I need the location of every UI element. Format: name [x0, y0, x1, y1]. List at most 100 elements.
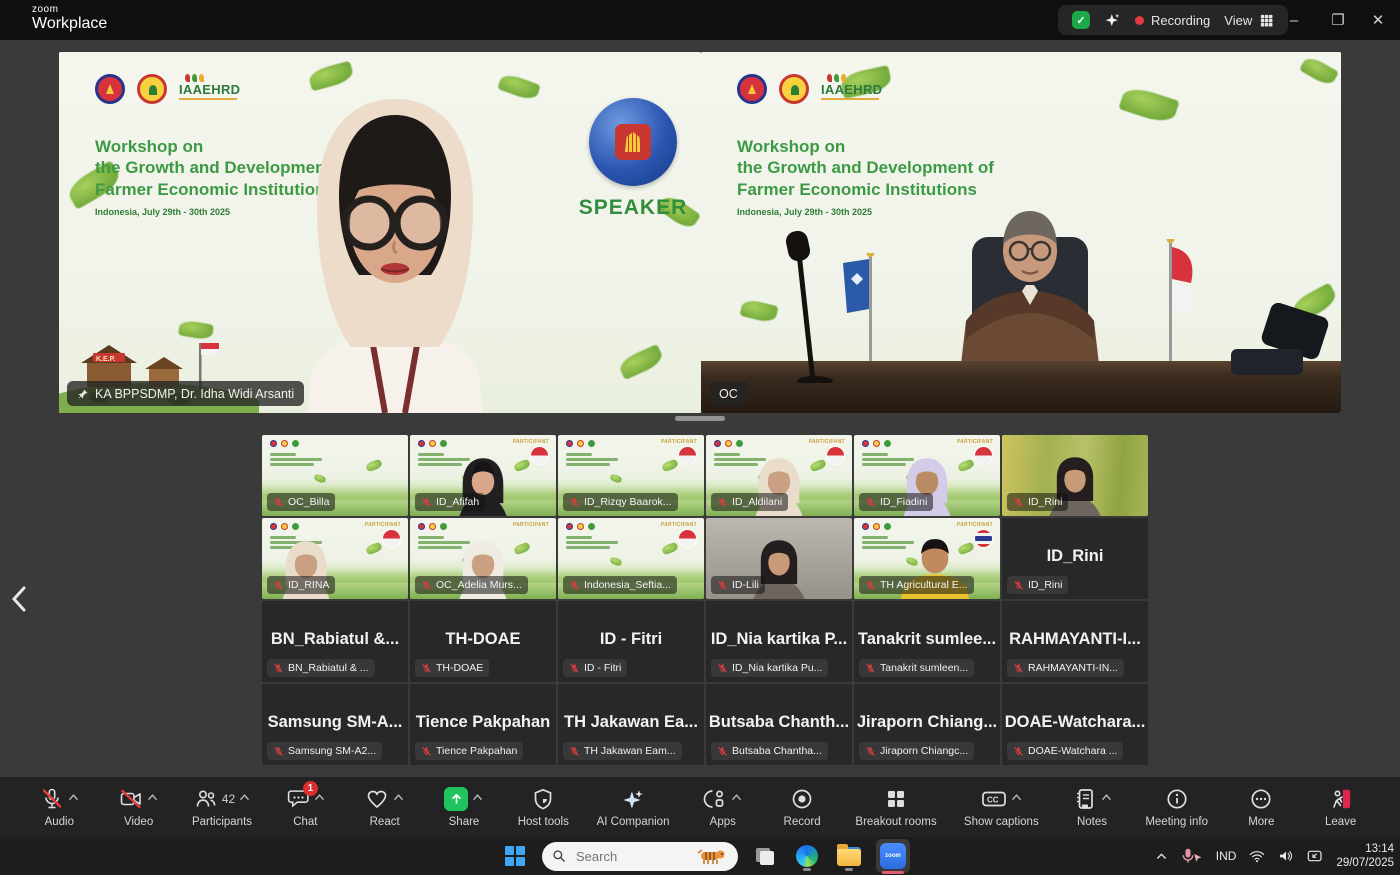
chevron-up-icon[interactable]	[393, 793, 404, 801]
wifi-icon[interactable]	[1249, 850, 1265, 863]
toolbar-button-video[interactable]: Video	[113, 787, 165, 828]
start-button[interactable]	[500, 841, 530, 871]
participant-tile[interactable]: ID_Nia kartika P... ID_Nia kartika Pu...	[706, 601, 852, 682]
muted-mic-icon	[569, 497, 580, 508]
toolbar-button-show-captions[interactable]: CC Show captions	[964, 787, 1039, 828]
chevron-up-icon[interactable]	[472, 793, 483, 801]
participant-tile[interactable]: DOAE-Watchara... DOAE-Watchara ...	[1002, 684, 1148, 765]
chevron-up-icon[interactable]	[731, 793, 742, 801]
mic-in-use-icon[interactable]	[1181, 848, 1203, 864]
participant-name-text: ID-Lili	[732, 579, 759, 591]
toolbar-button-leave[interactable]: Leave	[1315, 787, 1367, 828]
toolbar-button-meeting-info[interactable]: Meeting info	[1145, 787, 1208, 828]
toolbar-button-chat[interactable]: 1Chat	[279, 787, 331, 828]
participant-tile[interactable]: TH Jakawan Ea... TH Jakawan Eam...	[558, 684, 704, 765]
participant-name-label: TH Jakawan Eam...	[563, 742, 682, 760]
participant-tile[interactable]: PARTICIPANT TH Agricultural E...	[854, 518, 1000, 599]
participant-display-name: TH-DOAE	[410, 630, 556, 649]
participant-tile[interactable]: PARTICIPANT OC_Adelia Murs...	[410, 518, 556, 599]
participant-corner-text: PARTICIPANT	[513, 439, 549, 445]
participant-tile[interactable]: Tience Pakpahan Tience Pakpahan	[410, 684, 556, 765]
meeting-toolbar: Audio Video 42Participants 1Chat React Sha…	[0, 777, 1400, 837]
participant-tile[interactable]: PARTICIPANT ID_Rizqy Baarok...	[558, 435, 704, 516]
participant-name-text: ID_Nia kartika Pu...	[732, 662, 822, 674]
chevron-up-icon[interactable]	[1011, 793, 1022, 801]
toolbar-button-share[interactable]: Share	[438, 787, 490, 828]
participant-tile[interactable]: RAHMAYANTI-I... RAHMAYANTI-IN...	[1002, 601, 1148, 682]
cam-off-icon	[119, 787, 143, 811]
indonesia-flag-icon	[679, 447, 696, 464]
hidden-icons-chevron[interactable]	[1155, 850, 1168, 863]
toolbar-button-apps[interactable]: Apps	[697, 787, 749, 828]
main-video-speaker[interactable]: IAAEHRD Workshop onthe Growth and Develo…	[59, 52, 701, 413]
toolbar-button-react[interactable]: React	[359, 787, 411, 828]
participant-tile[interactable]: TH-DOAE TH-DOAE	[410, 601, 556, 682]
edge-browser-button[interactable]	[792, 841, 822, 871]
toolbar-button-participants[interactable]: 42Participants	[192, 787, 252, 828]
taskbar-clock[interactable]: 13:14 29/07/2025	[1336, 842, 1394, 871]
participant-tile[interactable]: PARTICIPANT ID_Afifah	[410, 435, 556, 516]
close-button[interactable]: ✕	[1356, 0, 1400, 40]
gallery-previous-button[interactable]	[4, 582, 34, 616]
participant-tile[interactable]: PARTICIPANT ID_Fiadini	[854, 435, 1000, 516]
toolbar-button-label: Show captions	[964, 816, 1039, 828]
workplace-logo-text: Workplace	[32, 16, 107, 32]
security-shield-icon[interactable]: ✓	[1072, 11, 1090, 29]
zoom-app-button[interactable]: zoom	[876, 839, 910, 873]
participant-display-name: ID_Nia kartika P...	[706, 630, 852, 649]
maximize-button[interactable]: ❐	[1316, 0, 1360, 40]
toolbar-button-breakout-rooms[interactable]: Breakout rooms	[855, 787, 936, 828]
participant-tile[interactable]: Jiraporn Chiang... Jiraporn Chiangc...	[854, 684, 1000, 765]
participant-name-text: ID_Fiadini	[880, 496, 927, 508]
volume-icon[interactable]	[1278, 849, 1294, 863]
participant-tile[interactable]: Samsung SM-A... Samsung SM-A2...	[262, 684, 408, 765]
indonesia-flag-icon	[531, 447, 548, 464]
participant-tile[interactable]: Tanakrit sumlee... Tanakrit sumleen...	[854, 601, 1000, 682]
participant-display-name: ID_Rini	[1002, 547, 1148, 566]
chevron-up-icon[interactable]	[147, 793, 158, 801]
speaker-badge: SPEAKER	[578, 98, 688, 220]
participant-tile[interactable]: OC_Billa	[262, 435, 408, 516]
toolbar-button-audio[interactable]: Audio	[33, 787, 85, 828]
toolbar-button-notes[interactable]: Notes	[1066, 787, 1118, 828]
zoom-logo-text: zoom	[32, 5, 107, 15]
participant-tile[interactable]: PARTICIPANT ID_RINA	[262, 518, 408, 599]
participant-tile[interactable]: BN_Rabiatul &... BN_Rabiatul & ...	[262, 601, 408, 682]
chevron-up-icon[interactable]	[1101, 793, 1112, 801]
view-button[interactable]: View	[1224, 13, 1274, 28]
taskbar-search[interactable]	[542, 842, 738, 871]
participant-tile[interactable]: ID_Rini	[1002, 435, 1148, 516]
participant-corner-text: PARTICIPANT	[809, 439, 845, 445]
participant-tile[interactable]: ID-Lili	[706, 518, 852, 599]
toolbar-button-host-tools[interactable]: Host tools	[517, 787, 569, 828]
participant-tile[interactable]: PARTICIPANT Indonesia_Seftia...	[558, 518, 704, 599]
minimize-button[interactable]: –	[1272, 0, 1316, 40]
participant-tile[interactable]: ID - Fitri ID - Fitri	[558, 601, 704, 682]
participant-tile[interactable]: PARTICIPANT ID_Aldilani	[706, 435, 852, 516]
toolbar-button-label: Meeting info	[1145, 816, 1208, 828]
participant-name-text: Jiraporn Chiangc...	[880, 745, 968, 757]
recording-indicator[interactable]: Recording	[1135, 13, 1210, 28]
toolbar-button-ai-companion[interactable]: AI Companion	[597, 787, 670, 828]
chevron-up-icon[interactable]	[239, 793, 250, 801]
ai-sparkle-icon[interactable]	[1104, 12, 1121, 29]
chevron-up-icon[interactable]	[68, 793, 79, 801]
task-view-button[interactable]	[750, 841, 780, 871]
participant-tile[interactable]: ID_Rini ID_Rini	[1002, 518, 1148, 599]
battery-status-icon[interactable]	[1307, 849, 1323, 863]
toolbar-button-more[interactable]: More	[1235, 787, 1287, 828]
file-explorer-button[interactable]	[834, 841, 864, 871]
participant-display-name: Tience Pakpahan	[410, 713, 556, 732]
language-indicator[interactable]: IND	[1216, 849, 1237, 863]
participant-tile[interactable]: Butsaba Chanth... Butsaba Chantha...	[706, 684, 852, 765]
participant-corner-text: PARTICIPANT	[661, 439, 697, 445]
muted-mic-icon	[273, 663, 284, 674]
cc-icon: CC	[981, 787, 1007, 811]
video-strip-scrollbar[interactable]	[675, 416, 725, 421]
toolbar-button-label: React	[370, 816, 400, 828]
main-video-oc[interactable]: IAAEHRD Workshop onthe Growth and Develo…	[701, 52, 1341, 413]
toolbar-button-record[interactable]: Record	[776, 787, 828, 828]
participant-display-name: TH Jakawan Ea...	[558, 713, 704, 732]
participant-name-text: ID_RINA	[288, 579, 329, 591]
search-input[interactable]	[574, 848, 684, 865]
